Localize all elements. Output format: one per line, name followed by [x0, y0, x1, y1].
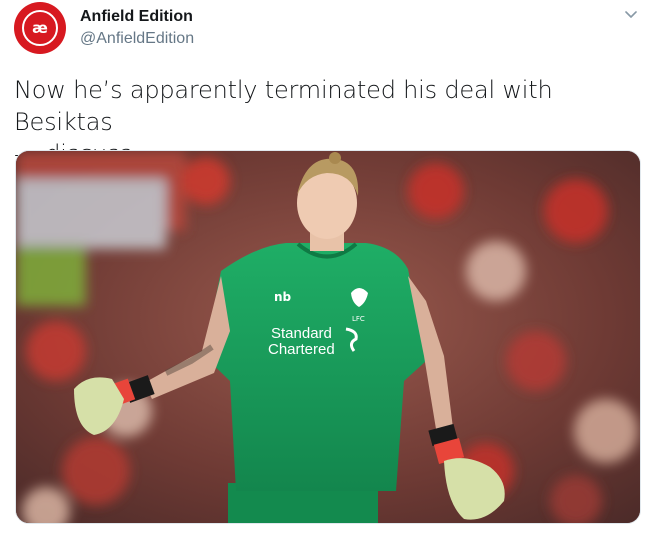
avatar-initials: æ: [32, 19, 48, 37]
crest-text: LFC: [352, 315, 365, 323]
tweet-photo[interactable]: nb LFC Standard Chartered: [15, 150, 641, 524]
avatar-logo: æ: [22, 10, 58, 46]
avatar[interactable]: æ: [14, 2, 66, 54]
author-handle[interactable]: @AnfieldEdition: [80, 30, 194, 48]
tweet-header: æ Anfield Edition @AnfieldEdition: [14, 2, 644, 56]
tweet-text-line-1: Now he’s apparently terminated his deal …: [14, 76, 553, 136]
tweet-card: æ Anfield Edition @AnfieldEdition Now he…: [0, 0, 654, 533]
sponsor-line-1: Standard: [271, 325, 332, 342]
sponsor-line-2: Chartered: [268, 341, 335, 358]
author-name[interactable]: Anfield Edition: [80, 8, 193, 26]
kit-brand-logo: nb: [274, 290, 292, 304]
chevron-down-icon[interactable]: [624, 8, 638, 22]
photo-illustration: nb LFC Standard Chartered: [16, 151, 640, 523]
kit-shirt: [204, 243, 426, 491]
